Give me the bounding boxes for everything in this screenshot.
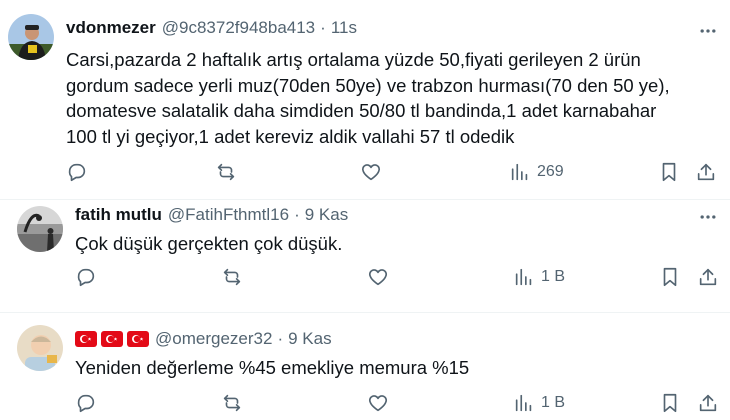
share-icon xyxy=(697,163,715,181)
share-button[interactable] xyxy=(695,161,717,183)
timestamp[interactable]: 11s xyxy=(331,18,357,38)
share-icon xyxy=(699,394,717,412)
tweet-header: vdonmezer @9c8372f948ba413 · 11s xyxy=(66,18,357,38)
tweet-text-line: 100 tl yi geçiyor,1 adet kereviz aldik v… xyxy=(66,125,515,147)
bookmark-icon xyxy=(662,162,676,182)
bookmark-icon xyxy=(663,267,677,287)
tweet-text-line: Carsi,pazarda 2 haftalık artış ortalama … xyxy=(66,49,641,70)
retweet-icon xyxy=(217,163,235,181)
turkish-flag-icon xyxy=(101,331,123,347)
tweet-text: Carsi,pazarda 2 haftalık artış ortalama … xyxy=(66,47,726,149)
reply-icon xyxy=(77,394,95,413)
views-icon xyxy=(515,394,532,412)
bookmark-button[interactable] xyxy=(659,392,681,414)
retweet-icon xyxy=(223,394,241,412)
retweet-icon xyxy=(223,268,241,286)
tweet-text: Yeniden değerleme %45 emekliye memura %1… xyxy=(75,355,715,381)
share-button[interactable] xyxy=(697,266,719,288)
tweet-header: fatih mutlu @FatihFthmtl16 · 9 Kas xyxy=(75,205,348,225)
retweet-button[interactable] xyxy=(221,392,243,414)
reply-icon xyxy=(68,163,86,182)
turkish-flag-icon xyxy=(75,331,97,347)
separator-dot: · xyxy=(277,329,284,348)
views-button[interactable]: 269 xyxy=(509,161,564,183)
retweet-button[interactable] xyxy=(221,266,243,288)
views-button[interactable]: 1 B xyxy=(513,392,565,414)
user-handle[interactable]: @omergezer32 xyxy=(155,329,272,349)
more-icon[interactable] xyxy=(697,20,719,42)
like-button[interactable] xyxy=(367,392,389,414)
share-icon xyxy=(699,268,717,286)
tweet-text-line: Yeniden değerleme %45 emekliye memura %1… xyxy=(75,357,470,378)
bookmark-icon xyxy=(663,393,677,413)
like-icon xyxy=(361,164,381,181)
action-bar: 1 B xyxy=(0,266,730,296)
action-bar: 269 xyxy=(0,161,730,191)
display-name[interactable] xyxy=(75,331,149,347)
view-count: 1 B xyxy=(541,394,566,411)
reply-icon xyxy=(77,268,95,287)
tweet-text-line: gordum sadece yerli muz(70den 50ye) ve t… xyxy=(66,74,670,96)
turkish-flag-icon xyxy=(127,331,149,347)
action-bar: 1 B xyxy=(0,392,730,420)
view-count: 269 xyxy=(537,163,564,180)
timestamp[interactable]: 9 Kas xyxy=(288,329,331,349)
user-handle[interactable]: @9c8372f948ba413 xyxy=(162,18,315,38)
reply-button[interactable] xyxy=(66,161,88,183)
tweet-text-line: Çok düşük gerçekten çok düşük. xyxy=(75,233,343,254)
more-icon[interactable] xyxy=(697,206,719,228)
reply-button[interactable] xyxy=(75,392,97,414)
display-name[interactable]: vdonmezer xyxy=(66,18,156,38)
views-icon xyxy=(515,268,532,286)
avatar[interactable] xyxy=(17,206,63,252)
separator-dot: · xyxy=(320,18,326,37)
avatar[interactable] xyxy=(17,325,63,371)
views-button[interactable]: 1 B xyxy=(513,266,565,288)
tweet[interactable]: vdonmezer @9c8372f948ba413 · 11s Carsi,p… xyxy=(0,0,730,200)
like-icon xyxy=(368,269,388,286)
tweet[interactable]: fatih mutlu @FatihFthmtl16 · 9 Kas Çok d… xyxy=(0,200,730,311)
reply-button[interactable] xyxy=(75,266,97,288)
tweet-text: Çok düşük gerçekten çok düşük. xyxy=(75,231,715,257)
bookmark-button[interactable] xyxy=(658,161,680,183)
separator-dot: · xyxy=(294,205,300,224)
tweet[interactable]: @omergezer32 · 9 Kas Yeniden değerleme %… xyxy=(0,313,730,420)
like-button[interactable] xyxy=(360,161,382,183)
view-count: 1 B xyxy=(541,268,566,285)
like-button[interactable] xyxy=(367,266,389,288)
like-icon xyxy=(368,395,388,412)
tweet-header: @omergezer32 · 9 Kas xyxy=(75,329,332,349)
avatar[interactable] xyxy=(8,14,54,60)
bookmark-button[interactable] xyxy=(659,266,681,288)
tweet-text-line: domatesve salatalik daha simdiden 50/80 … xyxy=(66,100,657,121)
user-handle[interactable]: @FatihFthmtl16 xyxy=(168,205,289,225)
timestamp[interactable]: 9 Kas xyxy=(305,205,348,225)
views-icon xyxy=(511,163,528,181)
display-name[interactable]: fatih mutlu xyxy=(75,205,162,225)
retweet-button[interactable] xyxy=(215,161,237,183)
share-button[interactable] xyxy=(697,392,719,414)
